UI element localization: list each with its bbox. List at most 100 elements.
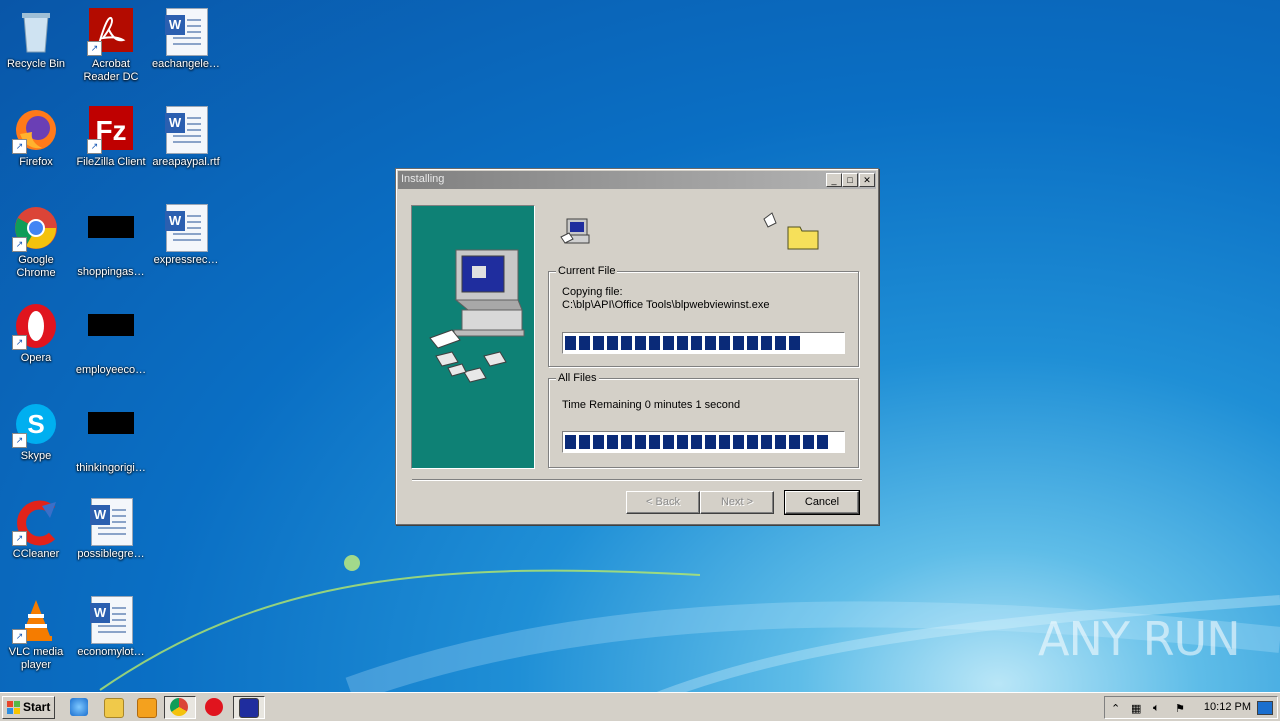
icon-label: Google Chrome xyxy=(16,254,56,279)
progress-block xyxy=(565,336,576,350)
ccleaner-desktop-icon[interactable]: ↗ CCleaner xyxy=(0,498,74,561)
cancel-button[interactable]: Cancel xyxy=(784,490,860,515)
progress-block xyxy=(733,336,744,350)
opera-icon[interactable] xyxy=(205,698,223,716)
progress-block xyxy=(761,336,772,350)
firefox-desktop-icon[interactable]: ↗ Firefox xyxy=(0,106,74,169)
network-icon[interactable]: ▦ xyxy=(1131,702,1141,715)
svg-text:S: S xyxy=(27,409,44,439)
progress-block xyxy=(593,435,604,449)
recycle-bin-desktop-icon[interactable]: Recycle Bin xyxy=(0,8,74,71)
icon-label: possiblegre… xyxy=(77,548,145,560)
progress-block xyxy=(747,435,758,449)
icon-label: eachangele… xyxy=(152,58,220,70)
chrome-icon: ↗ xyxy=(12,204,60,252)
vlc-icon: ↗ xyxy=(12,596,60,644)
window-title: Installing xyxy=(401,173,445,185)
icon-label: economylot… xyxy=(77,646,145,658)
black-file-thumbnail-icon xyxy=(87,216,135,264)
progress-block xyxy=(565,435,576,449)
close-button[interactable]: ✕ xyxy=(859,173,875,187)
vlc-desktop-icon[interactable]: ↗ VLC media player xyxy=(0,596,74,672)
progress-block xyxy=(775,336,786,350)
icon-label: areapaypal.rtf xyxy=(152,156,220,168)
progress-block xyxy=(579,336,590,350)
progress-block xyxy=(789,435,800,449)
chrome-desktop-icon[interactable]: ↗ Google Chrome xyxy=(0,204,74,280)
word-document-icon: W xyxy=(162,106,210,154)
icon-label: Recycle Bin xyxy=(6,58,66,70)
progress-block xyxy=(705,336,716,350)
taskbar: Start ⌃ ▦ 🔈︎ ⚑ 10:12 PM xyxy=(0,692,1280,721)
progress-block xyxy=(719,336,730,350)
thinkingorigi-desktop-icon[interactable]: thinkingorigi… xyxy=(73,400,149,475)
areapaypal-desktop-icon[interactable]: W areapaypal.rtf xyxy=(148,106,224,169)
progress-block xyxy=(621,336,632,350)
acrobat-desktop-icon[interactable]: ↗ Acrobat Reader DC xyxy=(73,8,149,84)
shoppingas-desktop-icon[interactable]: shoppingas… xyxy=(73,204,149,279)
word-document-icon: W xyxy=(87,498,135,546)
word-document-icon: W xyxy=(162,8,210,56)
next-button[interactable]: Next > xyxy=(700,491,774,514)
economylot-desktop-icon[interactable]: W economylot… xyxy=(73,596,149,659)
shortcut-arrow-icon: ↗ xyxy=(12,629,27,644)
skype-icon: S ↗ xyxy=(12,400,60,448)
progress-block xyxy=(607,336,618,350)
current-file-group: Current File Copying file: C:\blp\API\Of… xyxy=(548,265,859,367)
progress-block xyxy=(677,336,688,350)
start-label: Start xyxy=(23,700,51,714)
file-explorer-icon[interactable] xyxy=(104,698,124,718)
title-bar[interactable]: Installing _ □ ✕ xyxy=(398,171,876,189)
time-remaining-label: Time Remaining 0 minutes 1 second xyxy=(562,399,741,411)
windows-flag-icon xyxy=(7,701,21,714)
volume-icon[interactable]: 🔈︎ xyxy=(1153,702,1160,715)
black-file-thumbnail-icon xyxy=(87,412,135,460)
maximize-button[interactable]: □ xyxy=(842,173,858,187)
computer-install-illustration-icon xyxy=(429,249,525,383)
action-center-flag-icon[interactable]: ⚑ xyxy=(1175,702,1185,715)
chrome-taskbar-button[interactable] xyxy=(164,696,196,719)
start-button[interactable]: Start xyxy=(2,696,55,719)
shortcut-arrow-icon: ↗ xyxy=(87,41,102,56)
progress-block xyxy=(677,435,688,449)
all-files-legend: All Files xyxy=(556,372,599,384)
clock[interactable]: 10:12 PM xyxy=(1204,701,1251,713)
employeeco-desktop-icon[interactable]: employeeco… xyxy=(73,302,149,377)
current-file-legend: Current File xyxy=(556,265,618,277)
firefox-icon: ↗ xyxy=(12,106,60,154)
icon-label: shoppingas… xyxy=(77,266,145,278)
minimize-button[interactable]: _ xyxy=(826,173,842,187)
back-button[interactable]: < Back xyxy=(626,491,700,514)
progress-block xyxy=(719,435,730,449)
show-hidden-icons-icon[interactable]: ⌃ xyxy=(1111,702,1120,715)
progress-block xyxy=(635,336,646,350)
progress-block xyxy=(733,435,744,449)
filezilla-icon: Fz ↗ xyxy=(87,106,135,154)
icon-label: Acrobat Reader DC xyxy=(83,58,139,83)
opera-icon: ↗ xyxy=(12,302,60,350)
possiblegre-desktop-icon[interactable]: W possiblegre… xyxy=(73,498,149,561)
progress-block xyxy=(621,435,632,449)
progress-block xyxy=(747,336,758,350)
opera-desktop-icon[interactable]: ↗ Opera xyxy=(0,302,74,365)
icon-label: CCleaner xyxy=(12,548,60,560)
shortcut-arrow-icon: ↗ xyxy=(12,139,27,154)
progress-block xyxy=(803,435,814,449)
internet-explorer-icon[interactable] xyxy=(70,698,88,716)
expressrec-desktop-icon[interactable]: W expressrec… xyxy=(148,204,224,267)
progress-block xyxy=(649,435,660,449)
show-desktop-icon[interactable] xyxy=(1257,701,1273,715)
eachangele-desktop-icon[interactable]: W eachangele… xyxy=(148,8,224,71)
progress-block xyxy=(775,435,786,449)
media-player-icon[interactable] xyxy=(137,698,157,718)
all-files-group: All Files Time Remaining 0 minutes 1 sec… xyxy=(548,372,859,468)
skype-desktop-icon[interactable]: S ↗ Skype xyxy=(0,400,74,463)
installer-taskbar-button[interactable] xyxy=(233,696,265,719)
setup-side-panel xyxy=(411,205,535,469)
progress-block xyxy=(579,435,590,449)
copying-file-label: Copying file: xyxy=(562,286,623,298)
anyrun-watermark: ANY RUN xyxy=(1038,612,1241,666)
progress-block xyxy=(691,435,702,449)
filezilla-desktop-icon[interactable]: Fz ↗ FileZilla Client xyxy=(73,106,149,169)
icon-label: FileZilla Client xyxy=(76,156,146,168)
